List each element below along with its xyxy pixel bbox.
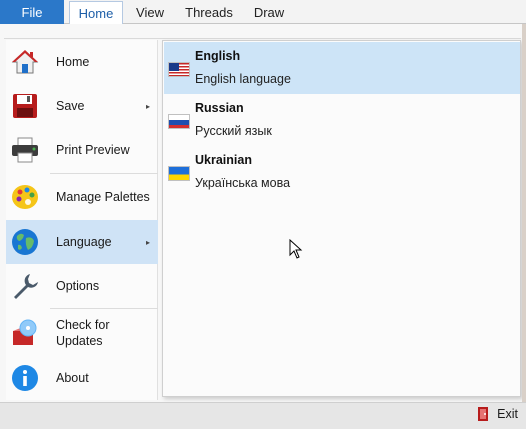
menu-item-label: Options xyxy=(56,279,100,293)
floppy-disk-icon xyxy=(10,91,40,121)
menu-item-label: Save xyxy=(56,99,85,113)
menu-item-label: Print Preview xyxy=(56,143,130,157)
info-icon xyxy=(10,363,40,393)
menu-item-label: About xyxy=(56,371,89,385)
printer-icon xyxy=(10,135,40,165)
exit-button[interactable]: Exit xyxy=(477,407,518,421)
language-native-name: Русский язык xyxy=(195,124,272,138)
backstage-divider xyxy=(4,38,521,39)
update-disc-icon xyxy=(10,318,40,348)
us-flag-icon xyxy=(168,62,190,77)
file-tab[interactable]: File xyxy=(0,0,64,24)
wrench-icon xyxy=(10,271,40,301)
menu-item-label: Home xyxy=(56,55,90,69)
exit-door-icon xyxy=(478,407,489,421)
mouse-cursor-icon xyxy=(289,239,303,259)
menu-item-save[interactable]: Save ▸ xyxy=(6,84,158,128)
language-panel: English English language Russian Русский… xyxy=(162,40,521,397)
menu-item-language[interactable]: Language ▸ xyxy=(6,220,158,264)
language-native-name: Українська мова xyxy=(195,176,291,190)
menu-item-print-preview[interactable]: Print Preview xyxy=(6,128,158,172)
status-bar: Exit xyxy=(0,402,526,429)
backstage-menu: Home Save ▸ Print Preview Manage Palette… xyxy=(6,40,158,400)
ru-flag-icon xyxy=(168,114,190,129)
exit-label: Exit xyxy=(497,407,518,421)
menu-item-home[interactable]: Home xyxy=(6,40,158,84)
chevron-right-icon: ▸ xyxy=(145,101,150,111)
window-edge xyxy=(522,24,526,429)
tab-draw[interactable]: Draw xyxy=(246,1,292,24)
language-option-english[interactable]: English English language xyxy=(164,42,520,94)
chevron-right-icon: ▸ xyxy=(145,237,150,247)
menu-item-label: Check for Updates xyxy=(56,318,110,348)
palette-icon xyxy=(10,182,40,212)
menu-item-label: Manage Palettes xyxy=(56,190,150,204)
menu-item-label: Language xyxy=(56,235,112,249)
ua-flag-icon xyxy=(168,166,190,181)
tab-threads[interactable]: Threads xyxy=(178,1,240,24)
tab-home[interactable]: Home xyxy=(69,1,123,24)
menu-separator xyxy=(50,173,158,174)
language-native-name: English language xyxy=(195,72,291,86)
menu-item-manage-palettes[interactable]: Manage Palettes xyxy=(6,175,158,219)
language-name: English xyxy=(195,49,241,63)
language-option-ukrainian[interactable]: Ukrainian Українська мова xyxy=(164,146,520,198)
menu-item-options[interactable]: Options xyxy=(6,264,158,308)
menu-item-check-updates[interactable]: Check for Updates xyxy=(6,310,158,356)
menu-separator xyxy=(50,308,158,309)
language-option-russian[interactable]: Russian Русский язык xyxy=(164,94,520,146)
house-icon xyxy=(10,47,40,77)
language-name: Russian xyxy=(195,101,244,115)
ribbon-tab-strip: File Home View Threads Draw xyxy=(0,0,526,24)
globe-icon xyxy=(10,227,40,257)
language-name: Ukrainian xyxy=(195,153,252,167)
menu-item-about[interactable]: About xyxy=(6,356,158,400)
tab-view[interactable]: View xyxy=(124,1,176,24)
